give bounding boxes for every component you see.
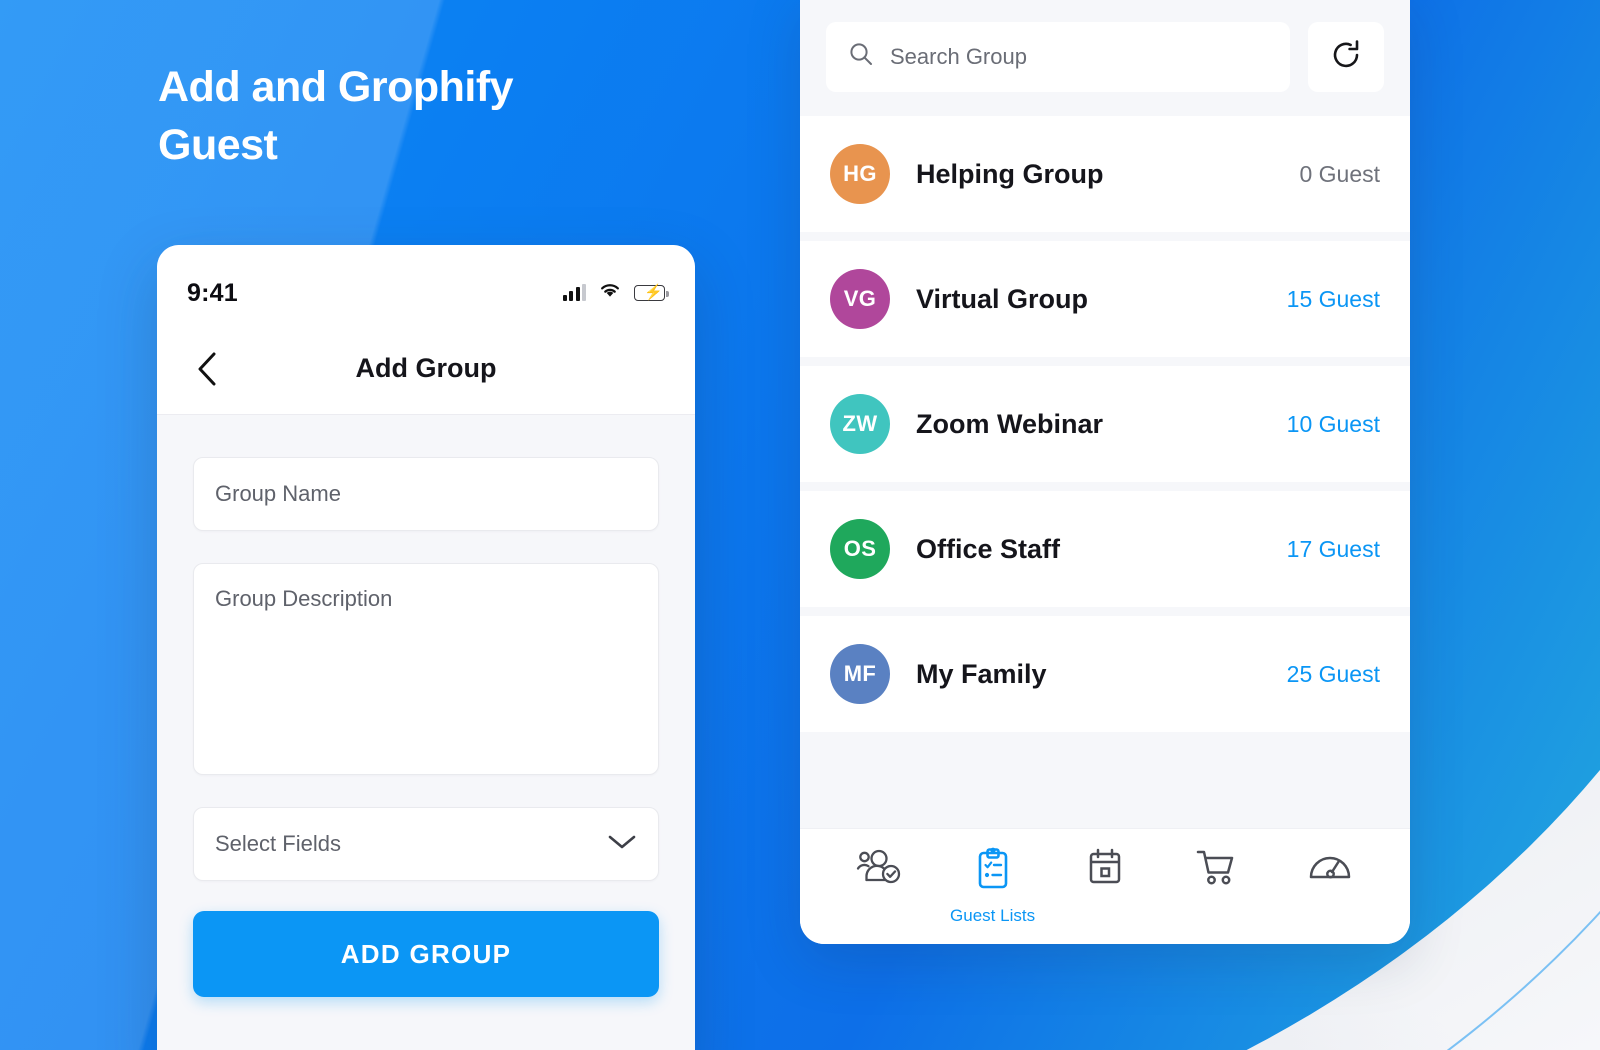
avatar: MF bbox=[830, 644, 890, 704]
group-name: Helping Group bbox=[916, 158, 1104, 189]
phone-nav-title: Add Group bbox=[355, 353, 497, 383]
avatar: OS bbox=[830, 519, 890, 579]
table-row[interactable]: MF My Family 25 Guest bbox=[800, 616, 1410, 732]
avatar-initials: HG bbox=[843, 161, 877, 186]
clipboard-list-icon bbox=[973, 847, 1013, 898]
group-list: HG Helping Group 0 Guest VG Virtual Grou… bbox=[800, 116, 1410, 732]
table-row[interactable]: OS Office Staff 17 Guest bbox=[800, 491, 1410, 616]
search-placeholder: Search Group bbox=[890, 44, 1027, 69]
group-name: Zoom Webinar bbox=[916, 408, 1104, 439]
phone-top-section: 9:41 ⚡ Add Group bbox=[157, 245, 695, 415]
page-title-line-2: Guest bbox=[158, 121, 278, 170]
guest-count: 0 Guest bbox=[1299, 160, 1380, 187]
group-description-placeholder: Group Description bbox=[215, 586, 393, 611]
avatar-initials: OS bbox=[843, 536, 877, 561]
tab-guest-lists-label: Guest Lists bbox=[950, 906, 1036, 925]
users-check-icon bbox=[855, 847, 905, 892]
add-group-phone-mockup: 9:41 ⚡ Add Group Group Name Group Descri… bbox=[157, 245, 695, 1050]
avatar-initials: ZW bbox=[842, 411, 878, 436]
search-row: Search Group bbox=[800, 0, 1410, 116]
guest-count: 15 Guest bbox=[1286, 285, 1380, 312]
search-input[interactable]: Search Group bbox=[826, 22, 1290, 92]
calendar-icon bbox=[1085, 847, 1125, 894]
avatar: ZW bbox=[830, 394, 890, 454]
avatar-initials: MF bbox=[843, 661, 877, 686]
table-row[interactable]: VG Virtual Group 15 Guest bbox=[800, 241, 1410, 366]
avatar-initials: VG bbox=[843, 286, 877, 311]
tab-guests[interactable] bbox=[828, 847, 932, 892]
guest-count: 17 Guest bbox=[1286, 535, 1380, 562]
group-description-textarea[interactable]: Group Description bbox=[193, 563, 659, 775]
speedometer-icon bbox=[1307, 847, 1353, 892]
select-fields-label: Select Fields bbox=[215, 831, 341, 856]
bottom-tab-bar: Guest Lists bbox=[800, 828, 1410, 944]
search-icon bbox=[848, 41, 874, 73]
guest-list-panel: Search Group HG Helping Group 0 Guest VG… bbox=[800, 0, 1410, 944]
add-group-button-label: ADD GROUP bbox=[340, 938, 512, 969]
tab-calendar[interactable] bbox=[1053, 847, 1157, 894]
list-empty-area bbox=[800, 732, 1410, 828]
group-name: My Family bbox=[916, 658, 1047, 689]
table-row[interactable]: HG Helping Group 0 Guest bbox=[800, 116, 1410, 241]
phone-nav-header: Add Group bbox=[157, 323, 695, 415]
guest-count: 10 Guest bbox=[1286, 410, 1380, 437]
chevron-left-icon[interactable] bbox=[187, 349, 227, 389]
add-group-button[interactable]: ADD GROUP bbox=[193, 911, 659, 997]
page-title-line-1: Add and Grophify bbox=[158, 63, 514, 111]
chevron-down-icon bbox=[607, 831, 637, 857]
tab-guest-lists[interactable]: Guest Lists bbox=[941, 847, 1045, 926]
refresh-icon bbox=[1328, 37, 1364, 78]
refresh-button[interactable] bbox=[1308, 22, 1384, 92]
signal-bars-icon bbox=[562, 284, 586, 301]
select-fields-dropdown[interactable]: Select Fields bbox=[193, 807, 659, 881]
page-title: Add and Grophify Guest bbox=[158, 58, 718, 174]
guest-count: 25 Guest bbox=[1286, 660, 1380, 687]
tab-cart[interactable] bbox=[1165, 847, 1269, 894]
table-row[interactable]: ZW Zoom Webinar 10 Guest bbox=[800, 366, 1410, 491]
app-stage: Add and Grophify Guest 9:41 ⚡ Add Group … bbox=[0, 0, 1600, 1050]
battery-charging-icon: ⚡ bbox=[634, 285, 669, 301]
group-name-placeholder: Group Name bbox=[215, 481, 341, 506]
avatar: HG bbox=[830, 144, 890, 204]
tab-dashboard[interactable] bbox=[1278, 847, 1382, 892]
status-bar: 9:41 ⚡ bbox=[157, 245, 695, 323]
status-time: 9:41 bbox=[187, 278, 238, 307]
status-icons: ⚡ bbox=[562, 282, 669, 304]
wifi-icon bbox=[599, 282, 621, 304]
group-name: Virtual Group bbox=[916, 283, 1089, 314]
group-name: Office Staff bbox=[916, 533, 1061, 564]
add-group-form: Group Name Group Description Select Fiel… bbox=[157, 415, 695, 997]
group-name-input[interactable]: Group Name bbox=[193, 457, 659, 531]
avatar: VG bbox=[830, 269, 890, 329]
shopping-cart-icon bbox=[1195, 847, 1239, 894]
